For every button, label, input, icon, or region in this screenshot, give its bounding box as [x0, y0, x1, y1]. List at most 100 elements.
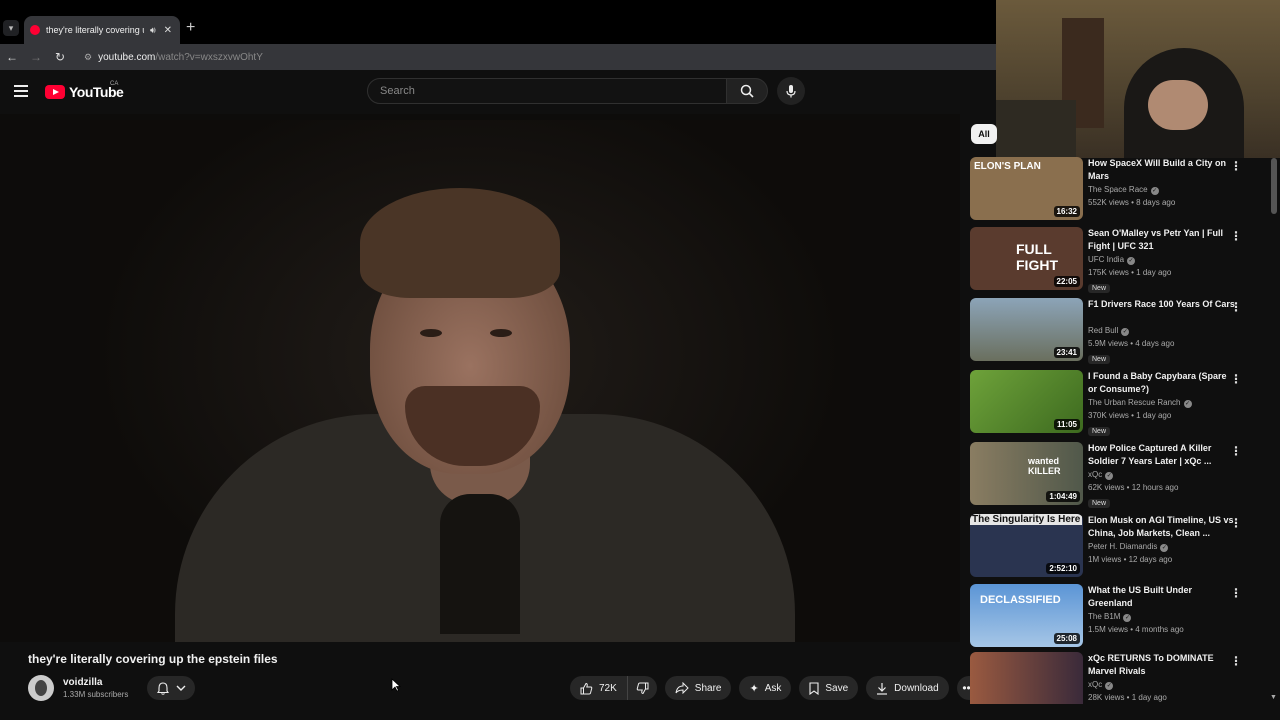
- video-thumbnail[interactable]: 11:05: [970, 370, 1083, 433]
- more-vertical-icon[interactable]: ⋮: [1230, 300, 1242, 314]
- subscriber-count: 1.33M subscribers: [63, 690, 129, 699]
- recommendation-title[interactable]: Sean O'Malley vs Petr Yan | Full Fight |…: [1088, 227, 1238, 253]
- recommendation-title[interactable]: Elon Musk on AGI Timeline, US vs China, …: [1088, 514, 1238, 540]
- duration-badge: 22:05: [1053, 276, 1080, 287]
- scroll-down-arrow-icon[interactable]: ▼: [1270, 694, 1277, 701]
- recommendation-meta: 62K views • 12 hours ago: [1088, 483, 1179, 492]
- new-badge: New: [1088, 355, 1111, 364]
- like-dislike-group: 72K: [570, 676, 657, 700]
- new-tab-button[interactable]: +: [186, 19, 195, 37]
- recommendation-channel[interactable]: The Space Race: [1088, 185, 1148, 194]
- like-button[interactable]: 72K: [570, 676, 628, 700]
- browser-tab-active[interactable]: they're literally covering up 🔊︎ ✕: [24, 16, 180, 44]
- save-button[interactable]: Save: [799, 676, 859, 700]
- verified-icon: ✓: [1121, 328, 1130, 336]
- ask-button[interactable]: ✦ Ask: [739, 676, 792, 700]
- verified-icon: ✓: [1123, 614, 1132, 622]
- speaker-icon[interactable]: 🔊︎: [150, 25, 156, 36]
- recommendation-title[interactable]: How SpaceX Will Build a City on Mars: [1088, 157, 1238, 183]
- recommendation-channel[interactable]: Peter H. Diamandis: [1088, 542, 1157, 551]
- download-icon: [877, 682, 888, 695]
- video-thumbnail[interactable]: FULL FIGHT 22:05: [970, 227, 1083, 290]
- recommendation-channel[interactable]: xQc: [1088, 470, 1102, 479]
- recommendation-channel[interactable]: xQc: [1088, 680, 1102, 689]
- recommendation-meta: 175K views • 1 day ago: [1088, 268, 1172, 277]
- back-arrow-icon[interactable]: ←: [0, 50, 24, 64]
- recommendation-title[interactable]: F1 Drivers Race 100 Years Of Cars: [1088, 298, 1238, 324]
- menu-icon[interactable]: [14, 85, 28, 97]
- webcam-overlay: [996, 0, 1280, 158]
- thumbs-up-icon: [580, 682, 593, 694]
- more-vertical-icon[interactable]: ⋮: [1230, 516, 1242, 530]
- search-input[interactable]: Search: [367, 78, 727, 104]
- youtube-logo[interactable]: YouTube CA: [45, 81, 124, 100]
- duration-badge: 1:04:49: [1046, 491, 1080, 502]
- site-info-icon[interactable]: ⚙: [84, 52, 92, 63]
- share-button[interactable]: Share: [664, 676, 732, 700]
- voice-search-button[interactable]: [777, 77, 805, 105]
- video-subject-shirt: [440, 494, 520, 634]
- address-bar: ← → ↻ ⚙ youtube.com/watch?v=wxszxvwOhtY: [0, 44, 996, 70]
- microphone-icon: [786, 85, 796, 98]
- verified-icon: ✓: [1160, 544, 1169, 552]
- new-badge: New: [1088, 499, 1111, 508]
- download-button[interactable]: Download: [866, 676, 949, 700]
- more-vertical-icon[interactable]: ⋮: [1230, 586, 1242, 600]
- recommendation-item[interactable]: DECLASSIFIED 25:08 What the US Built Und…: [970, 584, 1262, 648]
- chip-all[interactable]: All: [971, 124, 997, 144]
- duration-badge: 16:32: [1053, 206, 1080, 217]
- forward-arrow-icon[interactable]: →: [24, 50, 48, 64]
- video-thumbnail[interactable]: [970, 652, 1083, 704]
- video-subject-hair: [360, 188, 560, 298]
- video-thumbnail[interactable]: ELON'S PLAN 16:32: [970, 157, 1083, 220]
- notification-button[interactable]: [147, 676, 195, 700]
- video-thumbnail[interactable]: The Singularity Is Here 2:52:10: [970, 514, 1083, 577]
- download-label: Download: [894, 682, 939, 694]
- video-thumbnail[interactable]: DECLASSIFIED 25:08: [970, 584, 1083, 647]
- video-thumbnail[interactable]: 23:41: [970, 298, 1083, 361]
- channel-avatar[interactable]: [28, 675, 54, 701]
- video-thumbnail[interactable]: wanted KILLER 1:04:49: [970, 442, 1083, 505]
- recommendation-title[interactable]: I Found a Baby Capybara (Spare or Consum…: [1088, 370, 1238, 396]
- tab-search-button[interactable]: ▾: [3, 20, 19, 36]
- more-vertical-icon[interactable]: ⋮: [1230, 229, 1242, 243]
- recommendation-title[interactable]: xQc RETURNS To DOMINATE Marvel Rivals: [1088, 652, 1238, 678]
- close-tab-icon[interactable]: ✕: [164, 25, 172, 36]
- new-badge: New: [1088, 427, 1111, 436]
- url-path: /watch?v=wxszxvwOhtY: [155, 51, 263, 63]
- share-icon: [675, 682, 689, 694]
- reload-icon[interactable]: ↻: [48, 50, 72, 64]
- recommendation-title[interactable]: What the US Built Under Greenland: [1088, 584, 1238, 610]
- channel-name[interactable]: voidzilla: [63, 677, 128, 688]
- recommendation-item[interactable]: FULL FIGHT 22:05 Sean O'Malley vs Petr Y…: [970, 227, 1262, 293]
- browser-tab-strip: ▾ they're literally covering up 🔊︎ ✕ +: [0, 0, 996, 44]
- video-subject-eye: [490, 329, 512, 337]
- verified-icon: ✓: [1150, 187, 1159, 195]
- recommendation-item[interactable]: xQc RETURNS To DOMINATE Marvel Rivals xQ…: [970, 652, 1262, 704]
- more-vertical-icon[interactable]: ⋮: [1230, 444, 1242, 458]
- more-vertical-icon[interactable]: ⋮: [1230, 159, 1242, 173]
- more-vertical-icon[interactable]: ⋮: [1230, 372, 1242, 386]
- recommendation-channel[interactable]: The B1M: [1088, 612, 1120, 621]
- recommendation-meta: 370K views • 1 day ago: [1088, 411, 1172, 420]
- recommendation-item[interactable]: wanted KILLER 1:04:49 How Police Capture…: [970, 442, 1262, 508]
- new-badge: New: [1088, 284, 1111, 293]
- recommendation-channel[interactable]: Red Bull: [1088, 326, 1118, 335]
- recommendation-channel[interactable]: The Urban Rescue Ranch: [1088, 398, 1181, 407]
- recommendation-title[interactable]: How Police Captured A Killer Soldier 7 Y…: [1088, 442, 1238, 468]
- region-code: CA: [110, 81, 119, 87]
- more-vertical-icon[interactable]: ⋮: [1230, 654, 1242, 668]
- share-label: Share: [694, 682, 722, 694]
- recommendation-item[interactable]: ELON'S PLAN 16:32 How SpaceX Will Build …: [970, 157, 1262, 221]
- sidebar-scrollbar-thumb[interactable]: [1271, 158, 1277, 214]
- video-subject-eye: [420, 329, 442, 337]
- search-button[interactable]: [726, 78, 768, 104]
- url-field[interactable]: ⚙ youtube.com/watch?v=wxszxvwOhtY: [80, 47, 990, 67]
- recommendation-item[interactable]: 11:05 I Found a Baby Capybara (Spare or …: [970, 370, 1262, 436]
- recommendation-channel[interactable]: UFC India: [1088, 255, 1124, 264]
- video-player[interactable]: [0, 114, 960, 642]
- recommendation-item[interactable]: The Singularity Is Here 2:52:10 Elon Mus…: [970, 514, 1262, 578]
- recommendation-item[interactable]: 23:41 F1 Drivers Race 100 Years Of Cars …: [970, 298, 1262, 364]
- duration-badge: 2:52:10: [1046, 563, 1080, 574]
- dislike-button[interactable]: [627, 676, 657, 700]
